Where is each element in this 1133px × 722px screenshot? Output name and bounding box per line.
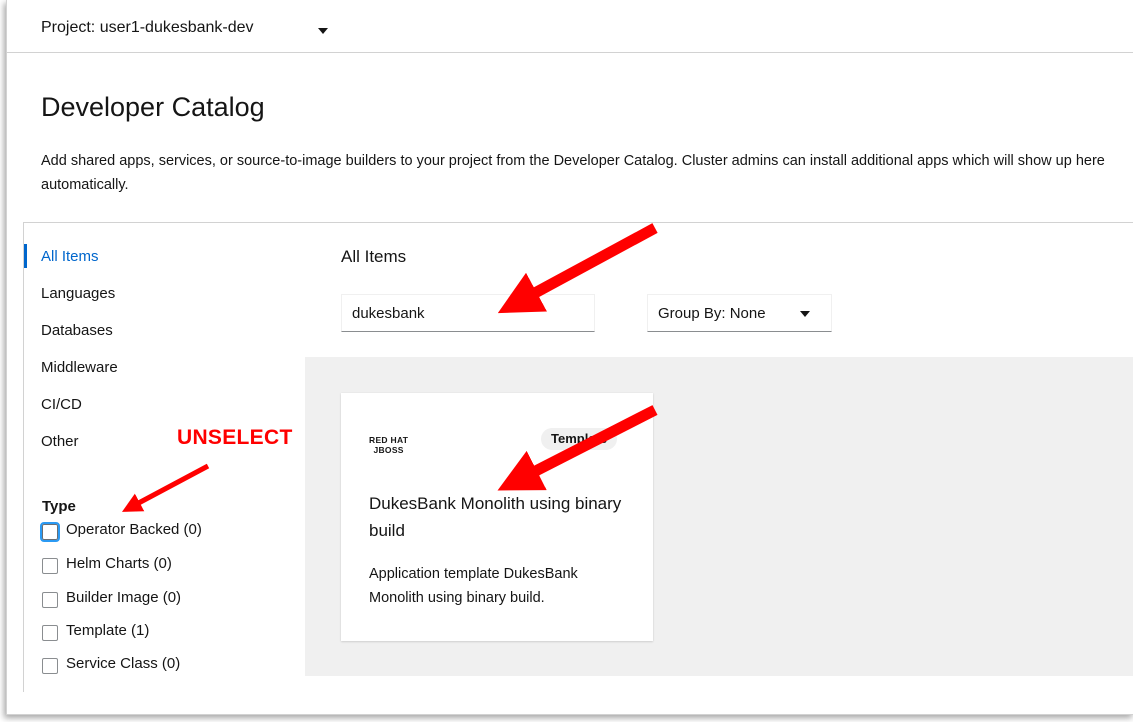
project-bar: Project: user1-dukesbank-dev: [7, 0, 1133, 53]
page-title: Developer Catalog: [41, 92, 265, 122]
type-filter-label: Template (1): [66, 622, 150, 639]
page-description: Add shared apps, services, or source-to-…: [41, 153, 1105, 193]
checkbox[interactable]: [42, 625, 58, 641]
group-by-dropdown[interactable]: Group By: None: [647, 294, 832, 332]
catalog-search-input[interactable]: [341, 294, 595, 332]
type-filter-title: Type: [42, 498, 76, 515]
catalog-tile-dukesbank[interactable]: RED HAT JBOSS Template DukesBank Monolit…: [341, 393, 653, 641]
sidebar-item-cicd[interactable]: CI/CD: [41, 396, 82, 413]
chevron-down-icon: [800, 311, 810, 317]
tile-badge: Template: [541, 428, 618, 450]
divider: [23, 222, 24, 692]
content-heading: All Items: [341, 247, 407, 266]
tile-description: Application template DukesBank Monolith …: [369, 566, 578, 606]
divider: [23, 222, 1133, 223]
checkbox[interactable]: [42, 658, 58, 674]
type-filter-label: Builder Image (0): [66, 589, 182, 606]
logo-line: JBOSS: [373, 445, 404, 455]
console-window: Project: user1-dukesbank-dev Developer C…: [6, 0, 1133, 715]
sidebar-item-languages[interactable]: Languages: [41, 285, 115, 302]
sidebar-item-other[interactable]: Other: [41, 433, 79, 450]
checkbox[interactable]: [40, 522, 60, 542]
tile-title: DukesBank Monolith using binary build: [369, 494, 622, 540]
type-filter-label: Service Class (0): [66, 655, 181, 672]
type-filter-label: Operator Backed (0): [66, 521, 202, 538]
active-indicator: [24, 244, 27, 268]
group-by-label: Group By: None: [658, 305, 766, 322]
project-selector[interactable]: Project: user1-dukesbank-dev: [41, 19, 254, 37]
annotation-unselect-label: UNSELECT: [177, 426, 293, 449]
type-filter-label: Helm Charts (0): [66, 555, 172, 572]
checkbox[interactable]: [42, 592, 58, 608]
sidebar-item-middleware[interactable]: Middleware: [41, 359, 118, 376]
checkbox[interactable]: [42, 558, 58, 574]
sidebar-item-all-items[interactable]: All Items: [41, 248, 99, 265]
sidebar-item-databases[interactable]: Databases: [41, 322, 113, 339]
chevron-down-icon[interactable]: [318, 28, 328, 34]
logo-line: RED HAT: [369, 435, 409, 445]
redhat-jboss-logo: RED HAT JBOSS: [369, 435, 408, 455]
